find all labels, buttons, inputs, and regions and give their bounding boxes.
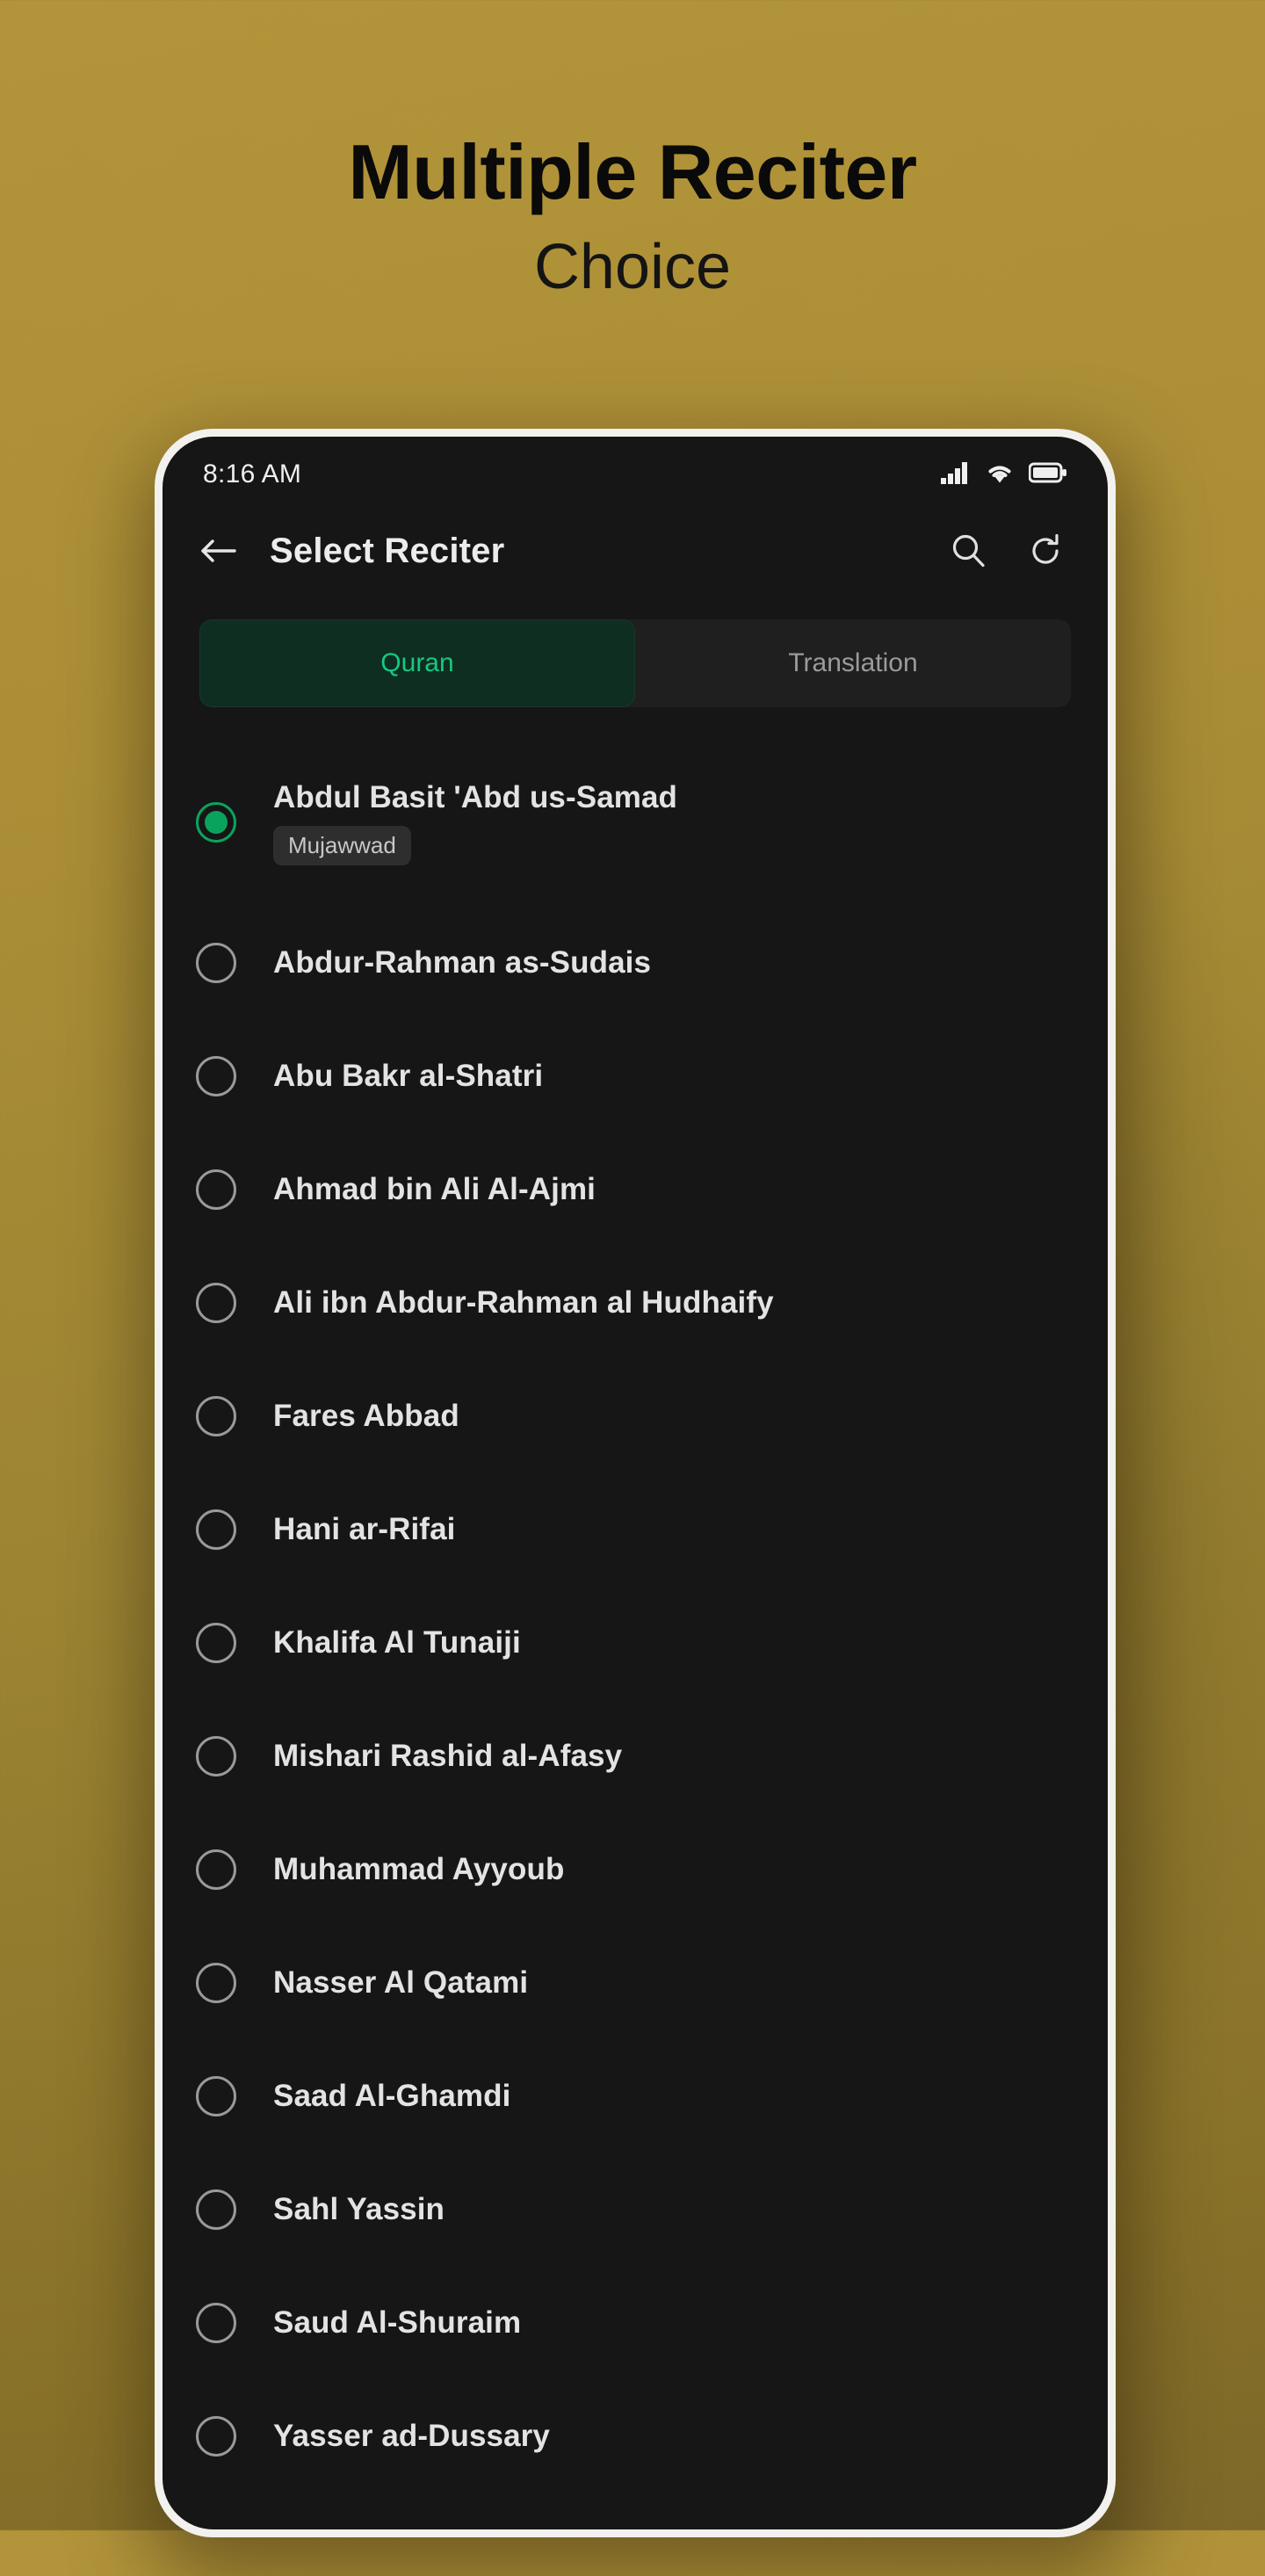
reciter-list-item[interactable]: Saad Al-Ghamdi xyxy=(163,2039,1108,2153)
reciter-radio-wrap[interactable] xyxy=(196,2415,273,2457)
reciter-name: Saud Al-Shuraim xyxy=(273,2305,522,2340)
reciter-list-item[interactable]: Yasser ad-Dussary xyxy=(163,2379,1108,2493)
reciter-name: Yasser ad-Dussary xyxy=(273,2418,550,2453)
reciter-text-block: Saad Al-Ghamdi xyxy=(273,2079,510,2114)
reciter-radio-wrap[interactable] xyxy=(196,2302,273,2343)
reciter-radio-wrap[interactable] xyxy=(196,1849,273,1890)
reciter-name: Muhammad Ayyoub xyxy=(273,1851,565,1886)
reciter-type-tabs: Quran Translation xyxy=(199,619,1071,707)
reciter-list-item[interactable]: Abu Bakr al-Shatri xyxy=(163,1019,1108,1132)
promo-subtitle: Choice xyxy=(533,232,732,302)
radio-button[interactable] xyxy=(196,2075,236,2117)
tab-quran[interactable]: Quran xyxy=(199,619,635,707)
reciter-name: Hani ar-Rifai xyxy=(273,1511,456,1546)
reciter-text-block: Hani ar-Rifai xyxy=(273,1512,455,1547)
promo-title: Multiple Reciter xyxy=(348,128,917,215)
back-arrow-icon[interactable] xyxy=(192,524,247,578)
reciter-text-block: Sahl Yassin xyxy=(273,2192,445,2227)
radio-button[interactable] xyxy=(196,2415,236,2457)
reciter-text-block: Ali ibn Abdur-Rahman al Hudhaify xyxy=(273,1285,774,1321)
reciter-radio-wrap[interactable] xyxy=(196,1962,273,2003)
reciter-list-item[interactable]: Nasser Al Qatami xyxy=(163,1926,1108,2039)
reciter-radio-wrap[interactable] xyxy=(196,1622,273,1663)
wifi-icon xyxy=(985,461,1015,488)
reciter-list-item[interactable]: Hani ar-Rifai xyxy=(163,1473,1108,1586)
reciter-name: Abu Bakr al-Shatri xyxy=(273,1058,544,1093)
search-icon[interactable] xyxy=(941,524,995,578)
reciter-radio-wrap[interactable] xyxy=(196,1395,273,1436)
reciter-text-block: Mishari Rashid al-Afasy xyxy=(273,1739,622,1774)
reciter-name: Fares Abbad xyxy=(273,1398,459,1433)
radio-button[interactable] xyxy=(196,1622,236,1663)
tab-translation-label: Translation xyxy=(788,648,918,677)
reciter-name: Sahl Yassin xyxy=(273,2191,445,2226)
reciter-list-item[interactable]: Muhammad Ayyoub xyxy=(163,1813,1108,1926)
radio-button[interactable] xyxy=(196,1055,236,1096)
signal-bars-icon xyxy=(941,461,971,488)
reciter-list-item[interactable]: Abdul Basit 'Abd us-Samad Mujawwad xyxy=(163,739,1108,906)
reciter-name: Saad Al-Ghamdi xyxy=(273,2078,511,2113)
radio-button-selected[interactable] xyxy=(196,802,236,843)
reciter-list-item[interactable]: Mishari Rashid al-Afasy xyxy=(163,1699,1108,1813)
reciter-text-block: Khalifa Al Tunaiji xyxy=(273,1625,521,1661)
radio-button[interactable] xyxy=(196,1962,236,2003)
reciter-radio-wrap[interactable] xyxy=(196,942,273,983)
radio-button[interactable] xyxy=(196,1509,236,1550)
reciter-radio-wrap[interactable] xyxy=(196,2075,273,2117)
reciter-radio-wrap[interactable] xyxy=(196,1055,273,1096)
reciter-list-item[interactable]: Saud Al-Shuraim xyxy=(163,2266,1108,2379)
reciter-text-block: Fares Abbad xyxy=(273,1399,459,1434)
reciter-name: Nasser Al Qatami xyxy=(273,1965,529,2000)
radio-button[interactable] xyxy=(196,942,236,983)
reciter-radio-wrap[interactable] xyxy=(196,1735,273,1776)
reciter-list-item[interactable]: Sahl Yassin xyxy=(163,2153,1108,2266)
reciter-radio-wrap[interactable] xyxy=(196,1509,273,1550)
phone-screen: 8:16 AM Select Reciter Quran Translation… xyxy=(163,437,1108,2529)
reciter-radio-wrap[interactable] xyxy=(196,1282,273,1323)
promo-header: Multiple Reciter Choice xyxy=(0,0,1265,302)
reciter-name: Khalifa Al Tunaiji xyxy=(273,1624,521,1660)
tab-quran-label: Quran xyxy=(380,648,454,677)
radio-button[interactable] xyxy=(196,1169,236,1210)
radio-button[interactable] xyxy=(196,1735,236,1776)
reciter-radio-wrap[interactable] xyxy=(196,1169,273,1210)
reciter-list-item[interactable]: Khalifa Al Tunaiji xyxy=(163,1586,1108,1699)
status-bar-time: 8:16 AM xyxy=(203,459,302,488)
reciter-list-item[interactable]: Fares Abbad xyxy=(163,1359,1108,1473)
reciter-list[interactable]: Abdul Basit 'Abd us-Samad Mujawwad Abdur… xyxy=(163,739,1108,2493)
reciter-text-block: Abu Bakr al-Shatri xyxy=(273,1059,543,1094)
reciter-radio-wrap[interactable] xyxy=(196,802,273,843)
reciter-text-block: Abdur-Rahman as-Sudais xyxy=(273,945,651,980)
reciter-list-item[interactable]: Abdur-Rahman as-Sudais xyxy=(163,906,1108,1019)
reciter-text-block: Muhammad Ayyoub xyxy=(273,1852,564,1887)
status-bar: 8:16 AM xyxy=(163,437,1108,502)
radio-button[interactable] xyxy=(196,2302,236,2343)
reciter-text-block: Ahmad bin Ali Al-Ajmi xyxy=(273,1172,596,1207)
app-bar: Select Reciter xyxy=(163,502,1108,600)
reciter-text-block: Nasser Al Qatami xyxy=(273,1965,528,2001)
reciter-list-item[interactable]: Ali ibn Abdur-Rahman al Hudhaify xyxy=(163,1246,1108,1359)
reciter-text-block: Abdul Basit 'Abd us-Samad Mujawwad xyxy=(273,780,677,865)
radio-button[interactable] xyxy=(196,1395,236,1436)
reciter-text-block: Yasser ad-Dussary xyxy=(273,2419,550,2454)
status-badge: Mujawwad xyxy=(273,825,411,865)
reciter-name: Abdul Basit 'Abd us-Samad xyxy=(273,779,678,814)
status-bar-icons xyxy=(941,461,1067,488)
refresh-icon[interactable] xyxy=(1018,524,1073,578)
radio-button[interactable] xyxy=(196,1849,236,1890)
reciter-name: Ahmad bin Ali Al-Ajmi xyxy=(273,1171,596,1206)
reciter-list-item[interactable]: Ahmad bin Ali Al-Ajmi xyxy=(163,1132,1108,1246)
battery-icon xyxy=(1028,461,1067,488)
reciter-radio-wrap[interactable] xyxy=(196,2189,273,2230)
reciter-text-block: Saud Al-Shuraim xyxy=(273,2305,521,2341)
radio-button[interactable] xyxy=(196,1282,236,1323)
tab-translation[interactable]: Translation xyxy=(635,619,1071,707)
phone-mockup: 8:16 AM Select Reciter Quran Translation… xyxy=(155,429,1116,2537)
page-title: Select Reciter xyxy=(270,531,505,570)
reciter-name: Abdur-Rahman as-Sudais xyxy=(273,944,652,980)
radio-button[interactable] xyxy=(196,2189,236,2230)
reciter-name: Mishari Rashid al-Afasy xyxy=(273,1738,623,1773)
reciter-name: Ali ibn Abdur-Rahman al Hudhaify xyxy=(273,1284,774,1320)
